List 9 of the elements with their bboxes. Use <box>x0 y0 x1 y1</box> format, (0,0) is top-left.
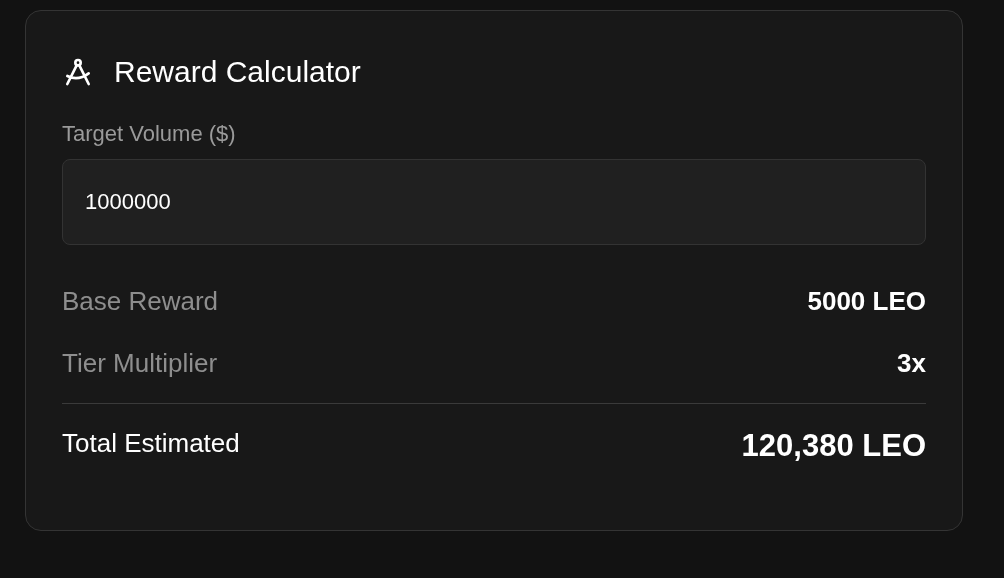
row-value: 3x <box>897 347 926 379</box>
volume-input-field[interactable]: 1000000 <box>62 159 926 245</box>
total-value: 120,380 LEO <box>741 428 926 464</box>
card-title: Reward Calculator <box>114 55 361 89</box>
total-label: Total Estimated <box>62 427 240 459</box>
field-label: Target Volume ($) <box>62 121 237 147</box>
row-value: 5000 LEO <box>807 285 926 317</box>
row-label: Tier Multiplier <box>62 347 218 379</box>
row-label: Base Reward <box>62 285 219 317</box>
